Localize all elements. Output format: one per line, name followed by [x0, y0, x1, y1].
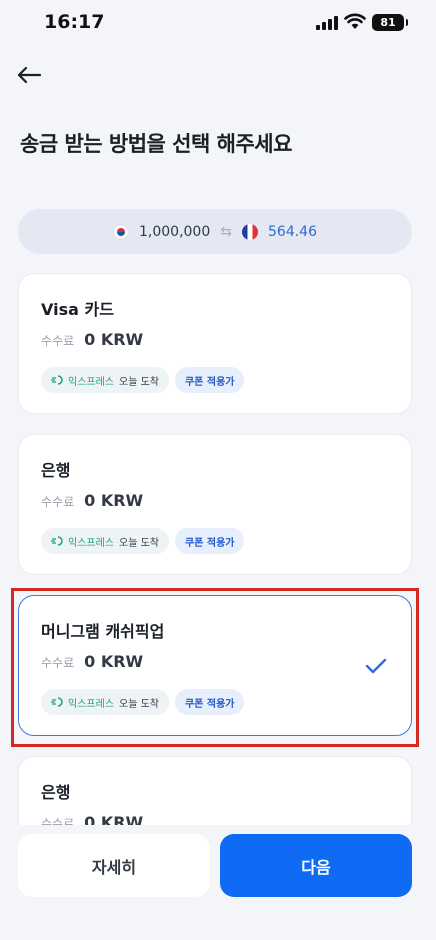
- express-badge: 익스프레스 오늘 도착: [41, 367, 169, 393]
- fee-row: 수수료 0 KRW: [41, 652, 143, 671]
- korea-flag-icon: [113, 223, 129, 240]
- arrow-left-icon: [17, 66, 42, 84]
- wifi-icon: [344, 13, 366, 29]
- arrival-text: 오늘 도착: [119, 376, 159, 388]
- express-speed-icon: [51, 697, 63, 707]
- amount-summary: 1,000,000 ⇆ 564.46: [18, 209, 412, 254]
- express-speed-icon: [51, 536, 63, 546]
- swap-arrows-icon: ⇆: [220, 223, 232, 240]
- fee-label: 수수료: [41, 495, 75, 509]
- express-text: 익스프레스: [68, 537, 114, 549]
- fee-row: 수수료 0 KRW: [41, 813, 143, 825]
- badge-row: 익스프레스 오늘 도착 쿠폰 적용가: [41, 528, 245, 554]
- destination-amount: 564.46: [268, 223, 317, 240]
- express-text: 익스프레스: [68, 376, 114, 388]
- method-title: Visa 카드: [41, 300, 114, 319]
- coupon-badge: 쿠폰 적용가: [174, 689, 245, 715]
- details-button[interactable]: 자세히: [18, 834, 210, 897]
- arrival-text: 오늘 도착: [119, 537, 159, 549]
- page-title: 송금 받는 방법을 선택 해주세요: [20, 132, 292, 156]
- express-badge: 익스프레스 오늘 도착: [41, 528, 169, 554]
- fee-value: 0 KRW: [84, 813, 144, 825]
- bottom-action-bar: 자세히 다음: [0, 825, 436, 940]
- express-text: 익스프레스: [68, 698, 114, 710]
- method-list[interactable]: Visa 카드 수수료 0 KRW 익스프레스 오늘 도착 쿠폰 적용가 은행 …: [0, 262, 436, 825]
- cellular-signal-icon: [316, 16, 338, 30]
- arrival-text: 오늘 도착: [119, 698, 159, 710]
- source-amount: 1,000,000: [139, 223, 211, 240]
- fee-value: 0 KRW: [84, 652, 144, 671]
- coupon-badge: 쿠폰 적용가: [174, 528, 245, 554]
- method-card-bank-2[interactable]: 은행 수수료 0 KRW: [18, 756, 412, 825]
- back-button[interactable]: [14, 60, 44, 90]
- battery-icon: 81: [372, 14, 408, 31]
- fee-row: 수수료 0 KRW: [41, 330, 143, 349]
- method-title: 은행: [41, 783, 71, 802]
- method-title: 머니그램 캐쉬픽업: [41, 622, 165, 641]
- status-bar: 16:17 81: [0, 0, 436, 48]
- fee-value: 0 KRW: [84, 491, 144, 510]
- method-title: 은행: [41, 461, 71, 480]
- method-card-bank[interactable]: 은행 수수료 0 KRW 익스프레스 오늘 도착 쿠폰 적용가: [18, 434, 412, 575]
- checkmark-icon: [365, 658, 387, 674]
- badge-row: 익스프레스 오늘 도착 쿠폰 적용가: [41, 689, 245, 715]
- status-time: 16:17: [44, 11, 105, 33]
- coupon-badge: 쿠폰 적용가: [174, 367, 245, 393]
- fee-value: 0 KRW: [84, 330, 144, 349]
- express-badge: 익스프레스 오늘 도착: [41, 689, 169, 715]
- express-speed-icon: [51, 375, 63, 385]
- france-flag-icon: [242, 223, 258, 240]
- badge-row: 익스프레스 오늘 도착 쿠폰 적용가: [41, 367, 245, 393]
- fee-label: 수수료: [41, 656, 75, 670]
- fee-label: 수수료: [41, 334, 75, 348]
- next-button[interactable]: 다음: [220, 834, 412, 897]
- fee-row: 수수료 0 KRW: [41, 491, 143, 510]
- fee-label: 수수료: [41, 817, 75, 825]
- method-card-moneygram-cash-pickup[interactable]: 머니그램 캐쉬픽업 수수료 0 KRW 익스프레스 오늘 도착 쿠폰 적용가: [18, 595, 412, 736]
- method-card-visa[interactable]: Visa 카드 수수료 0 KRW 익스프레스 오늘 도착 쿠폰 적용가: [18, 273, 412, 414]
